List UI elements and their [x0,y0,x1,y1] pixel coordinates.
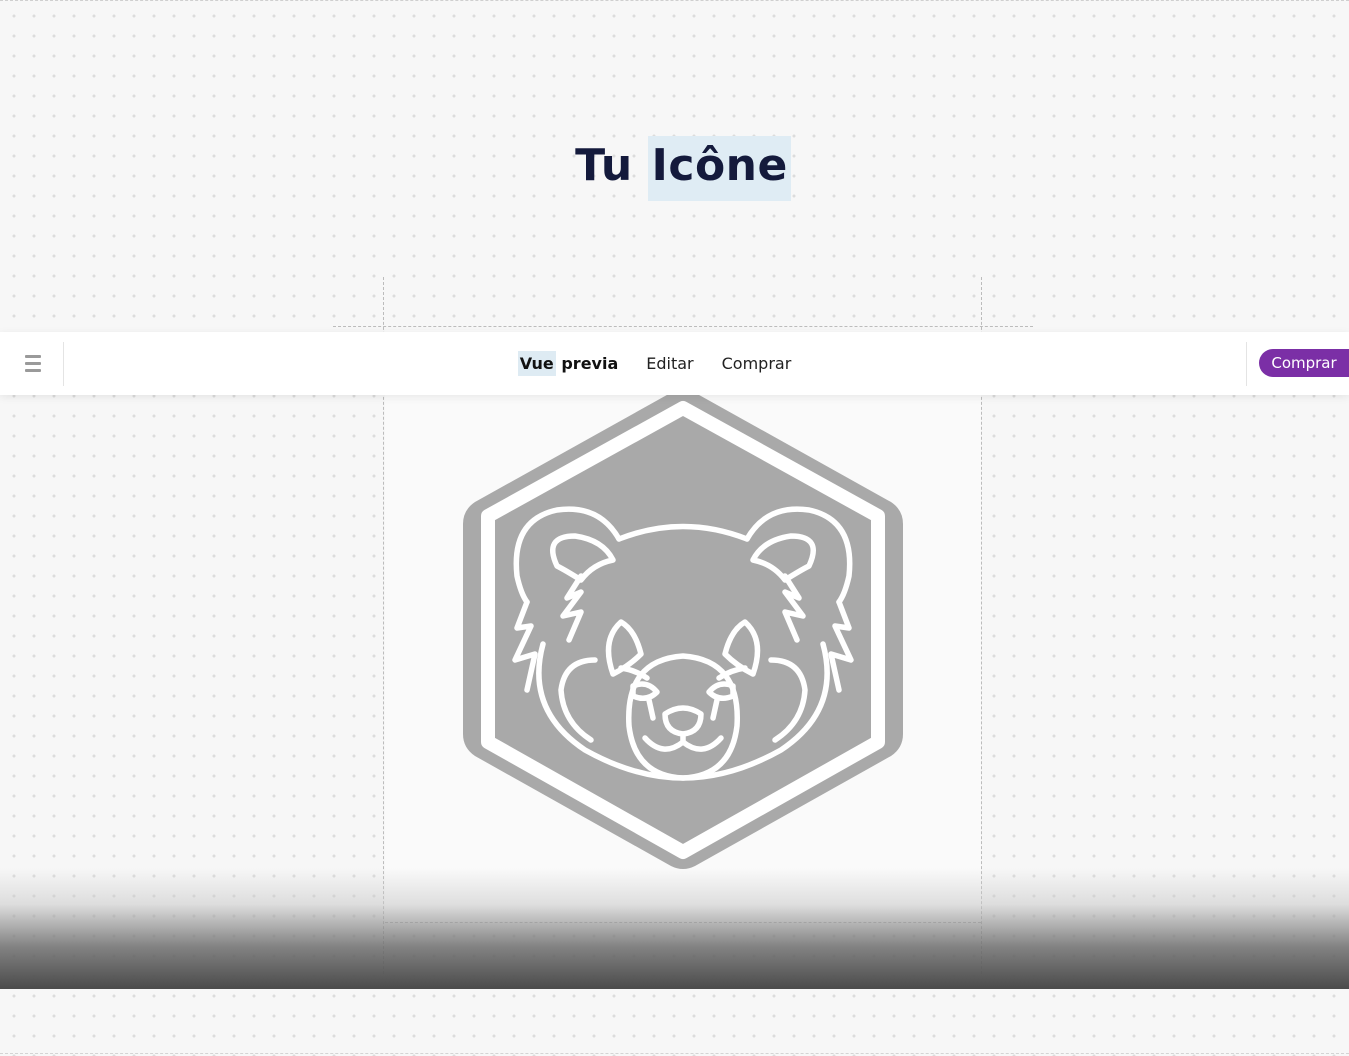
preview-toolbar: Vue previa Editar Comprar Comprar [0,332,1349,395]
red-panda-hexagon-icon [463,386,903,869]
top-dashed-border [0,0,1349,1]
icon-preview-canvas [385,330,981,923]
toolbar-divider [1246,342,1247,386]
bottom-dashed-border [0,1053,1349,1054]
page-title: Tu Icône [0,136,1349,201]
mode-tabs: Vue previa Editar Comprar [0,332,1309,395]
tab-vue-previa[interactable]: Vue previa [517,332,618,395]
buy-button[interactable]: Comprar [1259,349,1349,377]
title-word-2-highlighted: Icône [648,136,791,201]
title-word-1: Tu [575,140,633,191]
tab-editar[interactable]: Editar [646,332,693,395]
canvas-guide-top [333,326,1033,327]
tab-comprar[interactable]: Comprar [722,332,792,395]
bottom-shadow-fade [0,868,1349,989]
